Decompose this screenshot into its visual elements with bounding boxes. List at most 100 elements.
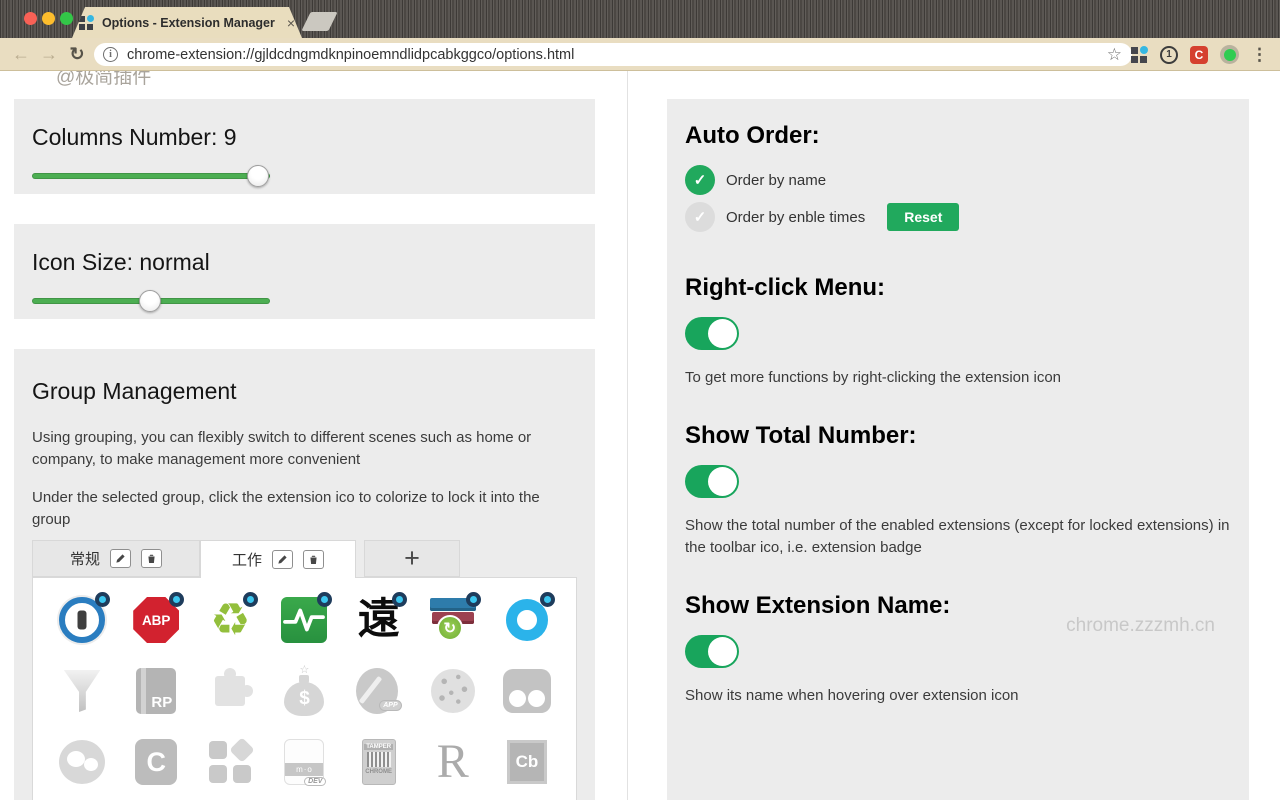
delete-group-button[interactable]	[303, 550, 324, 569]
onepassword-toolbar-icon[interactable]: 1	[1160, 46, 1178, 64]
m-o-dev-icon: m·o DEV	[284, 739, 324, 785]
show-total-number-desc: Show the total number of the enabled ext…	[685, 515, 1231, 559]
toolbar-extensions: 1 C ⋮	[1131, 38, 1268, 71]
browser-tab[interactable]: Options - Extension Manager ×	[72, 7, 302, 38]
close-window-button[interactable]	[24, 12, 37, 25]
reload-icon[interactable]: ↻	[64, 41, 90, 67]
extension-icon-funnel[interactable]	[57, 666, 107, 716]
extension-icon-two-circles[interactable]	[502, 666, 552, 716]
barcode	[367, 752, 391, 767]
zoom-window-button[interactable]	[60, 12, 73, 25]
auto-order-card: Auto Order: ✓ Order by name ✓ Order by e…	[667, 99, 1249, 251]
extension-icon-adblock-plus[interactable]: ABP	[131, 595, 181, 645]
right-click-menu-toggle[interactable]	[685, 317, 739, 350]
delete-group-button[interactable]	[141, 549, 162, 568]
edit-group-button[interactable]	[110, 549, 131, 568]
tamper-chrome-icon: TAMPER CHROME	[362, 739, 396, 785]
extension-icon-blue-ring[interactable]	[502, 595, 552, 645]
icon-size-slider[interactable]	[32, 290, 270, 312]
right-click-menu-desc: To get more functions by right-clicking …	[685, 367, 1231, 389]
extension-icon-tamper-chrome[interactable]: TAMPER CHROME	[354, 737, 404, 787]
column-divider	[627, 71, 628, 800]
pencil-icon	[115, 553, 126, 564]
toggle-knob[interactable]	[708, 637, 737, 666]
extension-icon-m-o-dev[interactable]: m·o DEV	[279, 737, 329, 787]
trash-icon	[146, 553, 157, 564]
page-info-icon[interactable]: i	[103, 47, 118, 62]
forward-icon[interactable]: →	[36, 41, 62, 67]
extension-manager-favicon-icon	[79, 15, 94, 30]
pencil-icon	[277, 554, 288, 565]
watermark-top: @极简插件	[56, 71, 151, 89]
order-by-enable-times-option[interactable]: ✓ Order by enble times Reset	[685, 202, 1231, 232]
extension-icon-onepassword[interactable]	[57, 595, 107, 645]
slider-thumb[interactable]	[139, 290, 161, 312]
minimize-window-button[interactable]	[42, 12, 55, 25]
extension-icon-calligraphy[interactable]: 遠	[354, 595, 404, 645]
show-total-number-title: Show Total Number:	[685, 421, 1231, 451]
show-total-number-toggle[interactable]	[685, 465, 739, 498]
extension-icon-cookie[interactable]	[428, 666, 478, 716]
extension-icon-wrench-app[interactable]: APP	[354, 666, 404, 716]
app-badge: APP	[379, 700, 401, 711]
right-column: Auto Order: ✓ Order by name ✓ Order by e…	[667, 99, 1249, 800]
toggle-knob[interactable]	[708, 319, 737, 348]
extension-icon-letter-c[interactable]: C	[131, 737, 181, 787]
options-page: @极简插件 Columns Number: 9 Icon Size: norma…	[0, 71, 1280, 800]
address-bar[interactable]: i chrome-extension://gjldcdngmdknpinoemn…	[94, 43, 1132, 66]
extension-icon-book-stack-refresh[interactable]: ↻	[428, 595, 478, 645]
add-group-tab[interactable]: +	[364, 540, 460, 577]
locked-badge-icon	[169, 592, 184, 607]
group-management-card: Group Management Using grouping, you can…	[14, 349, 595, 800]
right-click-menu-title: Right-click Menu:	[685, 273, 1231, 303]
red-c-toolbar-icon[interactable]: C	[1190, 46, 1208, 64]
check-circle-icon[interactable]: ✓	[685, 165, 715, 195]
extension-icon-app-grid[interactable]	[205, 737, 255, 787]
back-icon[interactable]: ←	[8, 41, 34, 67]
option-label: Order by name	[726, 172, 826, 189]
locked-badge-icon	[243, 592, 258, 607]
letter-c-icon: C	[135, 739, 177, 785]
extension-grid-panel: ABP ♻	[32, 577, 577, 800]
group-tabs: 常规 工作	[32, 540, 577, 577]
order-by-name-option[interactable]: ✓ Order by name	[685, 165, 1231, 195]
columns-number-slider[interactable]	[32, 165, 270, 187]
group-desc-2: Under the selected group, click the exte…	[32, 487, 548, 531]
green-dot-toolbar-icon[interactable]	[1220, 45, 1239, 64]
group-tab-gongzuo-active[interactable]: 工作	[200, 540, 356, 578]
bookmark-star-icon[interactable]: ☆	[1107, 45, 1122, 64]
extension-icon-rp[interactable]: RP	[131, 666, 181, 716]
cb-square-icon: Cb	[507, 740, 547, 784]
chat-bubbles-icon	[59, 740, 105, 784]
extension-icon-cb[interactable]: Cb	[502, 737, 552, 787]
close-tab-icon[interactable]: ×	[287, 15, 295, 31]
show-total-number-card: Show Total Number: Show the total number…	[667, 399, 1249, 569]
show-extension-name-toggle[interactable]	[685, 635, 739, 668]
extension-icon-recycle[interactable]: ♻	[205, 595, 255, 645]
slider-track[interactable]	[32, 173, 270, 179]
edit-group-button[interactable]	[272, 550, 293, 569]
browser-window: Options - Extension Manager × ← → ↻ i ch…	[0, 0, 1280, 800]
extension-manager-toolbar-icon[interactable]	[1131, 46, 1148, 63]
locked-badge-icon	[466, 592, 481, 607]
puzzle-icon	[215, 676, 245, 706]
reset-button[interactable]: Reset	[887, 203, 959, 231]
slider-thumb[interactable]	[247, 165, 269, 187]
wrench-icon: APP	[356, 668, 402, 714]
columns-number-card: Columns Number: 9	[14, 99, 595, 194]
locked-badge-icon	[540, 592, 555, 607]
extension-icon-money-bag[interactable]: ☆ $	[279, 666, 329, 716]
new-tab-button[interactable]	[301, 12, 337, 31]
watermark-site: chrome.zzzmh.cn	[1066, 615, 1215, 637]
group-tab-label: 常规	[70, 548, 100, 569]
icon-size-title: Icon Size: normal	[32, 248, 577, 276]
dev-badge: DEV	[304, 777, 326, 786]
toggle-knob[interactable]	[708, 467, 737, 496]
extension-icon-chat-bubbles[interactable]	[57, 737, 107, 787]
extension-icon-puzzle[interactable]	[205, 666, 255, 716]
extension-icon-pulse-monitor[interactable]	[279, 595, 329, 645]
check-circle-icon[interactable]: ✓	[685, 202, 715, 232]
group-tab-changgui[interactable]: 常规	[32, 540, 200, 577]
extension-icon-letter-r[interactable]: R	[428, 737, 478, 787]
browser-menu-icon[interactable]: ⋮	[1251, 45, 1268, 65]
